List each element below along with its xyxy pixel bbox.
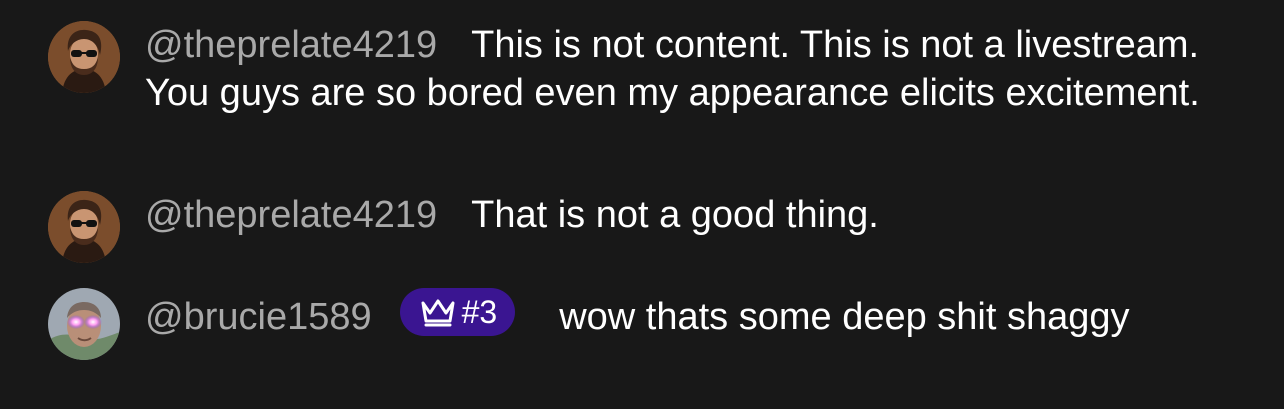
- chat-message-text: @theprelate4219 That is not a good thing.: [145, 191, 1235, 239]
- crown-icon: [421, 299, 455, 327]
- rank-badge[interactable]: #3: [399, 288, 516, 336]
- rank-badge-label: #3: [461, 294, 498, 330]
- username[interactable]: @brucie1589: [145, 296, 372, 338]
- username[interactable]: @theprelate4219: [145, 24, 437, 66]
- man-with-sunglasses-avatar[interactable]: [48, 21, 120, 93]
- username[interactable]: @theprelate4219: [145, 194, 437, 236]
- chat-message-text: @brucie1589 #3 wow thats some deep shit sh…: [145, 288, 1235, 341]
- message-body: That is not a good thing.: [471, 194, 879, 236]
- man-with-sunglasses-avatar[interactable]: [48, 191, 120, 263]
- message-body: wow thats some deep shit shaggy: [559, 296, 1130, 338]
- live-chat: @theprelate4219 This is not content. This…: [0, 0, 1284, 409]
- chat-message-text: @theprelate4219 This is not content. This…: [145, 21, 1235, 117]
- glowing-eyes-avatar[interactable]: [48, 288, 120, 360]
